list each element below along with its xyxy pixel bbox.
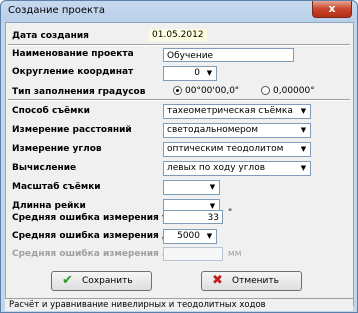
- length-error-value: 5000: [177, 231, 200, 241]
- creation-date-value: 01.05.2012: [149, 29, 207, 41]
- save-button-label: Сохранить: [82, 276, 133, 286]
- save-button[interactable]: ✔ Сохранить: [51, 271, 152, 291]
- close-icon: x: [328, 2, 336, 15]
- creation-date-label: Дата создания: [12, 31, 89, 41]
- degree-format-decimal-radio[interactable]: 0,00000°: [261, 86, 315, 96]
- line-error-input[interactable]: [163, 247, 223, 261]
- angle-measurement-label: Измерение углов: [12, 144, 102, 154]
- status-text: Расчёт и уравнивание нивелирных и теодол…: [9, 300, 266, 310]
- chevron-down-icon[interactable]: ▼: [206, 181, 219, 194]
- rod-length-label: Длинна рейки: [12, 201, 86, 211]
- project-name-label: Наименование проекта: [12, 49, 134, 59]
- degree-format-dms-label: 00°00'00,0": [185, 86, 240, 96]
- survey-method-select[interactable]: тахеометрическая съёмка ▼: [163, 104, 311, 119]
- chevron-down-icon[interactable]: ▼: [203, 67, 216, 80]
- angle-error-unit: ": [228, 208, 233, 218]
- chevron-down-icon[interactable]: ▼: [297, 143, 310, 156]
- cross-icon: ✖: [212, 273, 223, 288]
- close-button[interactable]: x: [312, 1, 352, 18]
- cancel-button-label: Отменить: [232, 276, 279, 286]
- length-error-select[interactable]: 5000 ▼: [163, 229, 217, 244]
- chevron-down-icon[interactable]: ▼: [203, 230, 216, 243]
- calculation-value: левых по ходу углов: [167, 163, 265, 173]
- survey-scale-select[interactable]: ▼: [163, 180, 220, 195]
- calculation-select[interactable]: левых по ходу углов ▼: [163, 161, 311, 176]
- degree-format-dms-radio[interactable]: 00°00'00,0": [173, 86, 239, 96]
- chevron-down-icon[interactable]: ▼: [297, 105, 310, 118]
- survey-method-value: тахеометрическая съёмка: [167, 106, 293, 116]
- distance-measurement-label: Измерение расстояний: [12, 125, 132, 135]
- divider: [8, 99, 350, 101]
- check-icon: ✔: [62, 273, 73, 288]
- chevron-down-icon[interactable]: ▼: [297, 162, 310, 175]
- angle-measurement-value: оптическим теодолитом: [167, 144, 284, 154]
- distance-measurement-select[interactable]: светодальномером ▼: [163, 123, 311, 138]
- title-bar[interactable]: Создание проекта x: [1, 1, 357, 22]
- calculation-label: Вычисление: [12, 163, 77, 173]
- angle-error-input[interactable]: 33: [163, 210, 223, 224]
- survey-method-label: Способ съёмки: [12, 106, 90, 116]
- degree-format-decimal-label: 0,00000°: [273, 86, 315, 96]
- project-name-input[interactable]: Обучение: [163, 48, 294, 62]
- line-error-unit: мм: [228, 249, 242, 259]
- radio-selected-icon: [173, 86, 182, 95]
- window-title: Создание проекта: [8, 5, 105, 16]
- degree-format-label: Тип заполнения градусов: [12, 87, 146, 97]
- dialog-window: Создание проекта x Дата создания 01.05.2…: [0, 0, 358, 313]
- radio-unselected-icon: [261, 86, 270, 95]
- coord-rounding-select[interactable]: 0 ▼: [163, 66, 217, 81]
- cancel-button[interactable]: ✖ Отменить: [201, 271, 302, 291]
- divider: [8, 44, 350, 46]
- survey-scale-label: Масштаб съёмки: [12, 182, 101, 192]
- distance-measurement-value: светодальномером: [167, 125, 259, 135]
- coord-rounding-value: 0: [194, 68, 200, 78]
- angle-measurement-select[interactable]: оптическим теодолитом ▼: [163, 142, 311, 157]
- coord-rounding-label: Округление координат: [12, 67, 134, 77]
- status-bar: Расчёт и уравнивание нивелирных и теодол…: [5, 298, 353, 311]
- dialog-body: Дата создания 01.05.2012 Наименование пр…: [5, 22, 354, 306]
- chevron-down-icon[interactable]: ▼: [297, 124, 310, 137]
